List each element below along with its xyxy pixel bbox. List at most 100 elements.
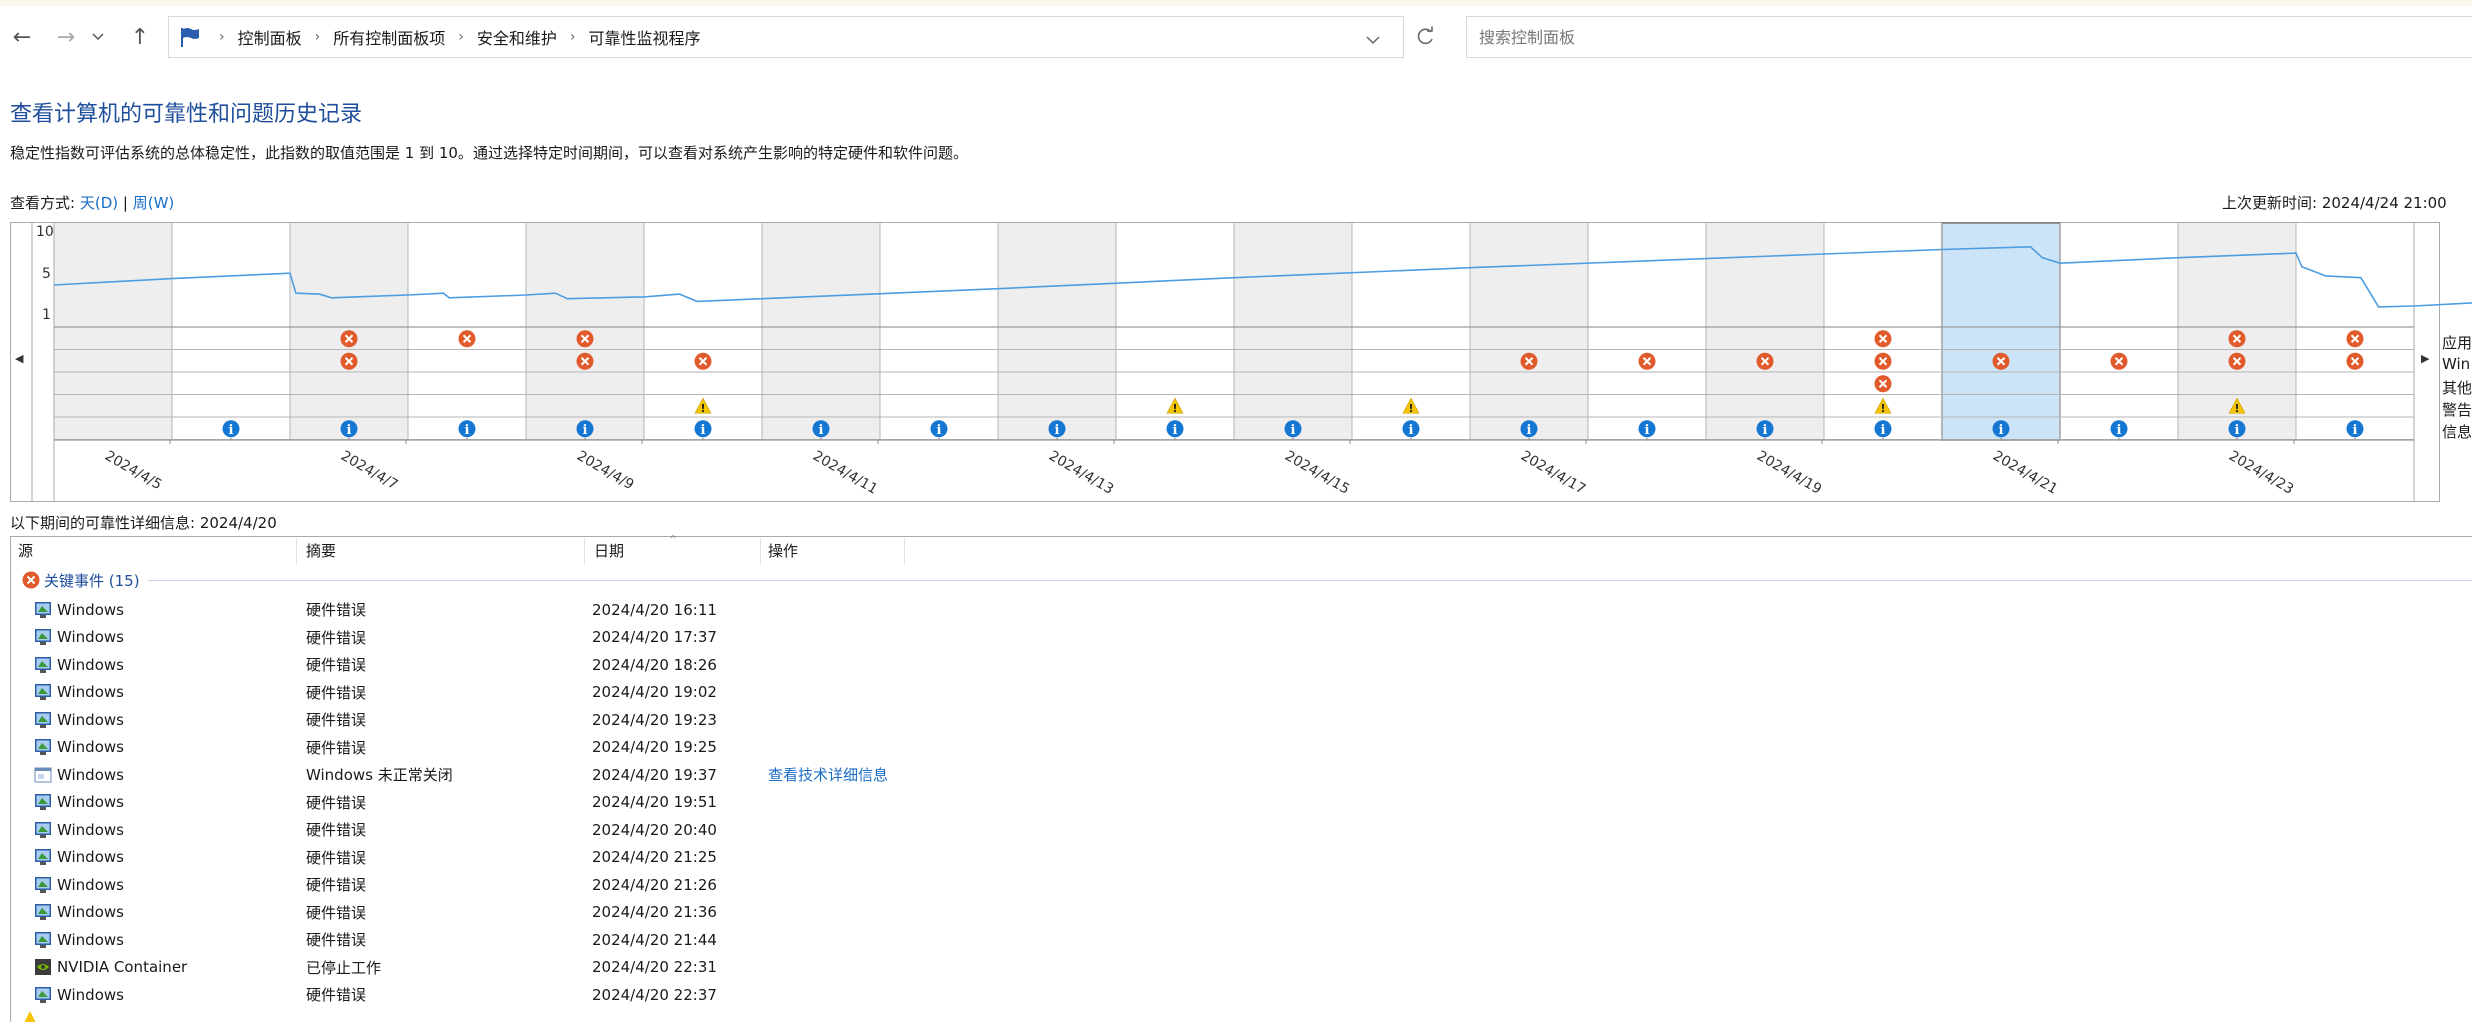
svg-text:i: i <box>229 423 234 438</box>
chart-scroll-left-button[interactable]: ◀ <box>15 352 23 365</box>
row-date: 2024/4/20 18:26 <box>592 655 717 674</box>
svg-text:!: ! <box>1408 402 1413 415</box>
reliability-chart-plot[interactable]: !!!! ! i i i i i i i i i i i i i i i i i i i <box>0 0 2472 520</box>
row-date: 2024/4/20 21:25 <box>592 848 717 866</box>
row-date: 2024/4/20 19:23 <box>592 710 717 729</box>
warning-icon: ! <box>694 397 712 415</box>
row-summary: 已停止工作 <box>306 958 382 977</box>
day-column <box>998 223 1116 440</box>
warning-icon: ! <box>1402 397 1420 415</box>
error-icon <box>1638 352 1656 370</box>
table-row[interactable]: Windows 硬件错误 2024/4/20 17:37 <box>10 624 2472 651</box>
error-icon <box>2110 352 2128 370</box>
monitor-windows-icon <box>35 629 51 645</box>
table-row[interactable]: Windows 硬件错误 2024/4/20 16:11 <box>10 596 2472 623</box>
info-icon: i <box>222 420 240 441</box>
table-row[interactable]: Windows 硬件错误 2024/4/20 19:51 <box>10 789 2472 816</box>
row-source-text: Windows <box>57 930 124 949</box>
svg-text:i: i <box>583 423 588 438</box>
column-header-summary[interactable]: 摘要 <box>306 536 336 564</box>
row-action-link[interactable]: 查看技术详细信息 <box>768 761 888 788</box>
row-source: Windows <box>34 624 124 651</box>
table-row[interactable]: Windows 硬件错误 2024/4/20 19:02 <box>10 679 2472 706</box>
row-source-text: Windows <box>57 820 124 839</box>
info-icon: i <box>2110 420 2128 441</box>
next-group-partial <box>22 1010 82 1022</box>
monitor-windows-icon <box>35 931 51 948</box>
table-row[interactable]: NVIDIA Container 已停止工作 2024/4/20 22:31 <box>10 954 2472 981</box>
row-label-info: 信息 <box>2442 423 2472 441</box>
table-row[interactable]: Windows 硬件错误 2024/4/20 21:44 <box>10 926 2472 953</box>
row-date: 2024/4/20 19:51 <box>592 793 717 811</box>
row-source-text: Windows <box>57 600 124 619</box>
info-icon: i <box>1638 420 1656 441</box>
svg-text:i: i <box>1763 423 1768 438</box>
table-row[interactable]: Windows 硬件错误 2024/4/20 19:25 <box>10 734 2472 761</box>
info-icon: i <box>1402 420 1420 441</box>
day-column <box>54 223 172 440</box>
column-separator <box>760 538 761 564</box>
row-source: NVIDIA Container <box>34 954 187 981</box>
table-row[interactable]: Windows 硬件错误 2024/4/20 19:23 <box>10 706 2472 733</box>
svg-text:i: i <box>1291 423 1296 438</box>
monitor-windows-icon <box>35 739 51 755</box>
error-icon <box>2228 330 2246 348</box>
group-label: 关键事件 (15) <box>44 571 140 590</box>
row-date: 2024/4/20 22:31 <box>592 958 717 976</box>
column-separator <box>296 538 297 564</box>
monitor-windows-icon <box>35 794 51 810</box>
error-icon <box>576 352 594 370</box>
table-row[interactable]: Windows 硬件错误 2024/4/20 18:26 <box>10 651 2472 678</box>
chart-scroll-right-button[interactable]: ▶ <box>2421 352 2429 365</box>
svg-text:i: i <box>819 423 824 438</box>
column-header-source[interactable]: 源 <box>18 536 33 564</box>
error-icon <box>22 571 40 589</box>
row-summary: 硬件错误 <box>306 738 367 757</box>
table-row[interactable]: Windows 硬件错误 2024/4/20 21:26 <box>10 871 2472 898</box>
row-source-text: Windows <box>57 903 124 921</box>
monitor-windows-icon <box>35 711 51 728</box>
column-header-date[interactable]: 日期 <box>594 536 624 564</box>
table-row[interactable]: Windows 硬件错误 2024/4/20 21:36 <box>10 899 2472 926</box>
row-source: Windows <box>34 981 124 1008</box>
info-icon: i <box>458 420 476 441</box>
svg-text:i: i <box>1527 423 1532 438</box>
row-summary: 硬件错误 <box>306 683 367 702</box>
table-row[interactable]: Windows 硬件错误 2024/4/20 21:25 <box>10 844 2472 871</box>
error-icon <box>2346 352 2364 370</box>
row-source-text: Windows <box>57 985 124 1004</box>
column-header-action[interactable]: 操作 <box>768 536 798 564</box>
error-icon <box>694 352 712 370</box>
column-separator <box>904 538 905 564</box>
selected-day-column[interactable] <box>1942 223 2060 440</box>
row-label-other: 其他 <box>2442 379 2472 397</box>
row-source: Windows <box>34 899 124 926</box>
day-column <box>762 223 880 440</box>
row-date: 2024/4/20 22:37 <box>592 985 717 1004</box>
svg-text:i: i <box>2353 423 2358 438</box>
error-icon <box>1874 330 1892 348</box>
row-source: Windows <box>34 596 124 623</box>
table-row[interactable]: Windows Windows 未正常关闭 2024/4/20 19:37 查看技术详… <box>10 761 2472 788</box>
row-summary: 硬件错误 <box>306 656 367 674</box>
svg-text:i: i <box>1055 423 1060 438</box>
table-row[interactable]: Windows 硬件错误 2024/4/20 22:37 <box>10 981 2472 1008</box>
row-source-text: Windows <box>57 738 124 756</box>
group-critical-events[interactable]: 关键事件 (15) <box>22 568 140 592</box>
error-icon <box>576 330 594 348</box>
row-date: 2024/4/20 19:37 <box>592 765 717 784</box>
row-date: 2024/4/20 19:25 <box>592 738 717 756</box>
nvidia-icon <box>35 959 51 975</box>
row-source: Windows <box>34 816 124 843</box>
svg-text:!: ! <box>1172 402 1177 415</box>
window-icon <box>34 767 52 782</box>
row-source-text: Windows <box>57 875 124 894</box>
row-date: 2024/4/20 20:40 <box>592 820 717 839</box>
svg-text:i: i <box>1881 423 1886 438</box>
row-date: 2024/4/20 16:11 <box>592 600 717 619</box>
row-source: Windows <box>34 761 124 788</box>
info-icon: i <box>2346 420 2364 441</box>
row-date: 2024/4/20 17:37 <box>592 628 717 646</box>
table-row[interactable]: Windows 硬件错误 2024/4/20 20:40 <box>10 816 2472 843</box>
row-date: 2024/4/20 19:02 <box>592 683 717 701</box>
